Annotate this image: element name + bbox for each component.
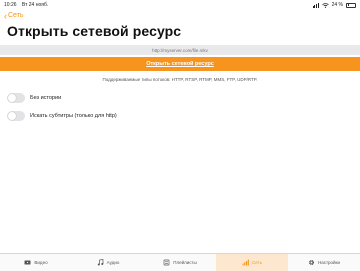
- status-date: Вт 24 нояб.: [21, 2, 49, 8]
- status-left: 10:26 Вт 24 нояб.: [4, 0, 52, 10]
- tab-bar: Видео Аудио Плейлисты Сеть Настройки: [0, 253, 360, 271]
- tab-network-label: Сеть: [251, 260, 262, 265]
- page-title: Открыть сетевой ресурс: [7, 23, 182, 39]
- tab-audio-label: Аудио: [106, 260, 120, 265]
- music-note-icon: [97, 259, 103, 266]
- tab-playlists[interactable]: Плейлисты: [144, 254, 216, 271]
- wifi-icon: [321, 2, 329, 8]
- tab-settings-label: Настройки: [317, 260, 341, 265]
- playlist-icon: [163, 259, 170, 266]
- status-right: 24 %: [312, 0, 356, 10]
- option-no-history-row: Без истории: [7, 92, 61, 103]
- status-time: 10:26: [4, 2, 17, 8]
- supported-protocols-text: Поддерживаемые типы потоков: HTTP, RTSP,…: [102, 77, 258, 82]
- search-subtitles-toggle[interactable]: [7, 110, 25, 121]
- url-input[interactable]: [0, 45, 360, 55]
- tab-settings[interactable]: Настройки: [288, 254, 360, 271]
- search-subtitles-label: Искать субтитры (только для http): [30, 112, 117, 119]
- open-network-stream-button[interactable]: Открыть сетевой ресурс: [0, 57, 360, 71]
- network-icon: [242, 259, 249, 266]
- status-bar: 10:26 Вт 24 нояб. 24 %: [0, 0, 360, 10]
- tab-video[interactable]: Видео: [0, 254, 72, 271]
- back-button-label: Сеть: [8, 12, 24, 19]
- battery-icon: [346, 2, 356, 8]
- back-button[interactable]: ‹ Сеть: [4, 11, 24, 21]
- battery-percent: 24 %: [331, 2, 343, 8]
- tab-playlists-label: Плейлисты: [173, 260, 197, 265]
- video-icon: [24, 260, 31, 265]
- signal-icon: [312, 3, 319, 8]
- tab-audio[interactable]: Аудио: [72, 254, 144, 271]
- tab-video-label: Видео: [34, 260, 48, 265]
- chevron-left-icon: ‹: [4, 11, 7, 21]
- gear-icon: [308, 259, 315, 266]
- tab-network[interactable]: Сеть: [216, 254, 288, 271]
- no-history-label: Без истории: [30, 94, 62, 101]
- no-history-toggle[interactable]: [7, 92, 25, 103]
- option-subtitles-row: Искать субтитры (только для http): [7, 110, 117, 121]
